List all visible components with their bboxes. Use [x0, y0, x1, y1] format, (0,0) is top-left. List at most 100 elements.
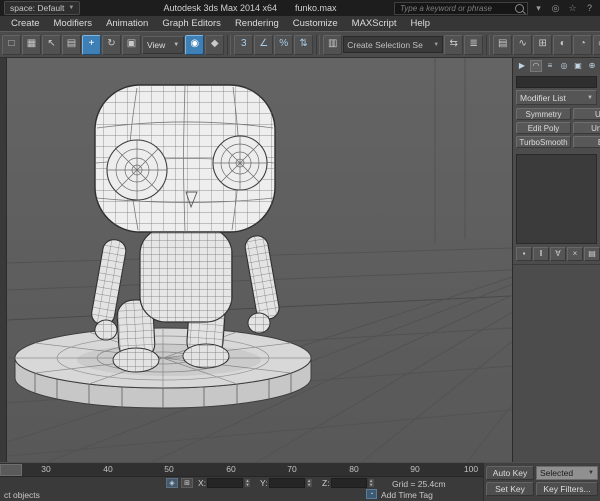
- file-name: funko.max: [295, 3, 337, 13]
- tab-modify[interactable]: ◠: [530, 60, 542, 72]
- modifier-button-uv[interactable]: UV: [573, 108, 600, 120]
- schematic-view-icon[interactable]: ⊞: [533, 34, 553, 55]
- modifier-stack-list[interactable]: [516, 154, 597, 244]
- modifier-list-dropdown[interactable]: Modifier List ▼: [516, 90, 597, 105]
- track-bar[interactable]: 30 40 50 60 70 80 90 100: [0, 463, 483, 477]
- edit-named-selection-sets-icon[interactable]: ▥: [323, 34, 343, 55]
- left-eye: [106, 139, 168, 201]
- spinner-icon[interactable]: ▲ ▼: [244, 478, 252, 488]
- modifier-button-turbosmooth[interactable]: TurboSmooth: [516, 136, 571, 148]
- time-tag-icon[interactable]: ◔: [366, 489, 377, 499]
- use-pivot-point-icon[interactable]: ◉: [185, 34, 205, 55]
- reference-coordinate-dropdown[interactable]: View ▼: [142, 35, 185, 54]
- tab-motion[interactable]: ◎: [558, 60, 570, 72]
- tab-utilities[interactable]: ⊕: [586, 60, 598, 72]
- set-key-button[interactable]: Set Key: [486, 482, 534, 496]
- menu-item-modifiers[interactable]: Modifiers: [47, 16, 100, 31]
- rollout-area: [513, 265, 600, 445]
- modifier-button-edit-poly[interactable]: Edit Poly: [516, 122, 571, 134]
- search-input[interactable]: [398, 2, 513, 14]
- percent-snap-icon[interactable]: %: [274, 34, 294, 55]
- chevron-down-icon: ▼: [173, 41, 180, 48]
- help-icon[interactable]: ?: [583, 3, 596, 13]
- tab-display[interactable]: ▣: [572, 60, 584, 72]
- status-prompt-row: ct objects ◔ Add Time Tag: [0, 489, 483, 501]
- time-slider-handle[interactable]: [0, 464, 22, 476]
- selected-dropdown[interactable]: Selected ▼: [536, 466, 598, 480]
- menu-item-create[interactable]: Create: [4, 16, 47, 31]
- infocenter-dropdown-icon[interactable]: ▾: [532, 3, 545, 14]
- menu-item-animation[interactable]: Animation: [99, 16, 155, 31]
- make-unique-icon[interactable]: ∀: [550, 247, 566, 261]
- right-foot: [182, 343, 230, 369]
- pin-stack-icon[interactable]: ▪: [516, 247, 532, 261]
- angle-snap-icon[interactable]: ∠: [254, 34, 274, 55]
- timeline-tick: 60: [226, 464, 236, 474]
- prompt-line: ct objects: [4, 490, 40, 500]
- select-object-icon[interactable]: ↖: [42, 34, 61, 55]
- app-name: Autodesk 3ds Max 2014 x64: [163, 3, 278, 13]
- modifier-button-symmetry[interactable]: Symmetry: [516, 108, 571, 120]
- object-name-field[interactable]: [516, 76, 597, 88]
- left-hand: [94, 319, 118, 341]
- select-and-move-icon[interactable]: +: [82, 34, 101, 55]
- menu-item-help[interactable]: Help: [404, 16, 438, 31]
- modifier-list-label: Modifier List: [520, 92, 566, 103]
- select-and-rotate-icon[interactable]: ↻: [102, 34, 121, 55]
- communication-center-icon[interactable]: ◎: [549, 3, 562, 14]
- coord-x-input[interactable]: [207, 478, 244, 488]
- command-panel-tabs: ▶ ◠ ≡ ◎ ▣ ⊕: [513, 58, 600, 74]
- timeline-tick: 80: [349, 464, 359, 474]
- mirror-icon[interactable]: ⇆: [444, 34, 464, 55]
- curve-editor-icon[interactable]: ∿: [513, 34, 533, 55]
- title-bar: space: Default ▼ Autodesk 3ds Max 2014 x…: [0, 0, 600, 16]
- auto-key-button[interactable]: Auto Key: [486, 466, 534, 480]
- coord-z-input[interactable]: [330, 478, 367, 488]
- spinner-icon[interactable]: ▲ ▼: [367, 478, 375, 488]
- select-by-name-icon[interactable]: ▤: [62, 34, 81, 55]
- selection-region-icon[interactable]: □: [2, 34, 21, 55]
- viewport-canvas[interactable]: [7, 58, 512, 462]
- spinner-snap-icon[interactable]: ⇅: [294, 34, 314, 55]
- menu-item-customize[interactable]: Customize: [286, 16, 345, 31]
- coord-x-group: X: ▲ ▼: [198, 478, 252, 488]
- menu-item-maxscript[interactable]: MAXScript: [345, 16, 404, 31]
- spinner-icon[interactable]: ▲ ▼: [305, 478, 313, 488]
- material-editor-icon[interactable]: ◐: [553, 34, 573, 55]
- perspective-viewport[interactable]: [7, 58, 512, 462]
- select-and-manipulate-icon[interactable]: ◆: [205, 34, 225, 55]
- coord-y-input[interactable]: [268, 478, 305, 488]
- coord-y-group: Y: ▲ ▼: [260, 478, 313, 488]
- remove-modifier-icon[interactable]: ×: [567, 247, 583, 261]
- menu-item-rendering[interactable]: Rendering: [228, 16, 286, 31]
- absolute-offset-toggle-icon[interactable]: ⊞: [181, 478, 193, 488]
- favorites-icon[interactable]: ☆: [566, 3, 579, 14]
- render-setup-icon[interactable]: ◔: [573, 34, 593, 55]
- modifier-button-unwrap[interactable]: Unwr: [573, 122, 600, 134]
- rendered-frame-icon[interactable]: ▭: [593, 34, 600, 55]
- select-and-scale-icon[interactable]: ▣: [122, 34, 141, 55]
- add-time-tag[interactable]: Add Time Tag: [381, 490, 433, 500]
- tab-hierarchy[interactable]: ≡: [544, 60, 556, 72]
- window-crossing-icon[interactable]: ▦: [22, 34, 41, 55]
- modifier-button-e[interactable]: E: [573, 136, 600, 148]
- snaps-toggle-icon[interactable]: 3: [234, 34, 254, 55]
- chevron-down-icon: ▼: [587, 94, 593, 101]
- show-end-result-icon[interactable]: ‖: [533, 247, 549, 261]
- named-selection-set-dropdown[interactable]: Create Selection Se ▼: [343, 36, 444, 53]
- chevron-down-icon: ▼: [433, 41, 440, 48]
- key-filters-button[interactable]: Key Filters...: [536, 482, 598, 496]
- menu-item-graph-editors[interactable]: Graph Editors: [155, 16, 228, 31]
- timeline-tick: 30: [41, 464, 51, 474]
- tab-create[interactable]: ▶: [516, 60, 528, 72]
- search-icon[interactable]: [515, 3, 524, 13]
- timeline-tick: 70: [287, 464, 297, 474]
- configure-modifier-sets-icon[interactable]: ▤: [584, 247, 600, 261]
- coord-z-label: Z:: [322, 478, 330, 488]
- selection-lock-icon[interactable]: ◈: [166, 478, 178, 488]
- layer-manager-icon[interactable]: ▤: [493, 34, 513, 55]
- bottom-bars: 30 40 50 60 70 80 90 100 ◈ ⊞ X: ▲ ▼ Y: ▲ ▼…: [0, 462, 600, 501]
- workspace-dropdown[interactable]: space: Default ▼: [4, 1, 81, 15]
- align-icon[interactable]: ≣: [464, 34, 484, 55]
- search-field-wrap: [394, 1, 528, 15]
